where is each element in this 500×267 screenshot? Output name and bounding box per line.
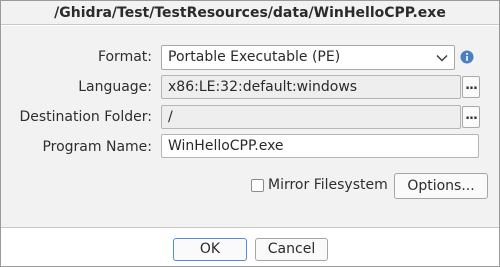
mirror-filesystem-label: Mirror Filesystem <box>268 177 388 193</box>
format-value: Portable Executable (PE) <box>168 49 341 65</box>
destination-folder-label: Destination Folder: <box>19 109 152 125</box>
dialog-title: /Ghidra/Test/TestResources/data/WinHello… <box>1 1 499 25</box>
ok-button[interactable]: OK <box>173 238 247 261</box>
language-field: x86:LE:32:default:windows <box>161 75 461 99</box>
info-icon[interactable] <box>460 50 474 64</box>
format-label: Format: <box>97 49 152 65</box>
import-options-panel: Format: Portable Executable (PE) Languag… <box>1 26 499 228</box>
checkbox-box[interactable] <box>251 178 264 192</box>
program-name-label: Program Name: <box>42 139 152 155</box>
options-button[interactable]: Options... <box>394 173 488 199</box>
language-label: Language: <box>78 79 152 95</box>
program-name-input[interactable]: WinHelloCPP.exe <box>161 134 479 158</box>
mirror-filesystem-checkbox[interactable]: Mirror Filesystem <box>251 174 388 196</box>
format-dropdown[interactable]: Portable Executable (PE) <box>161 45 455 70</box>
language-browse-button[interactable]: ... <box>462 76 480 98</box>
cancel-button[interactable]: Cancel <box>255 238 328 261</box>
chevron-down-icon <box>436 46 448 69</box>
import-dialog: /Ghidra/Test/TestResources/data/WinHello… <box>0 0 500 267</box>
destination-folder-field: / <box>161 105 461 129</box>
destination-browse-button[interactable]: ... <box>462 106 480 128</box>
